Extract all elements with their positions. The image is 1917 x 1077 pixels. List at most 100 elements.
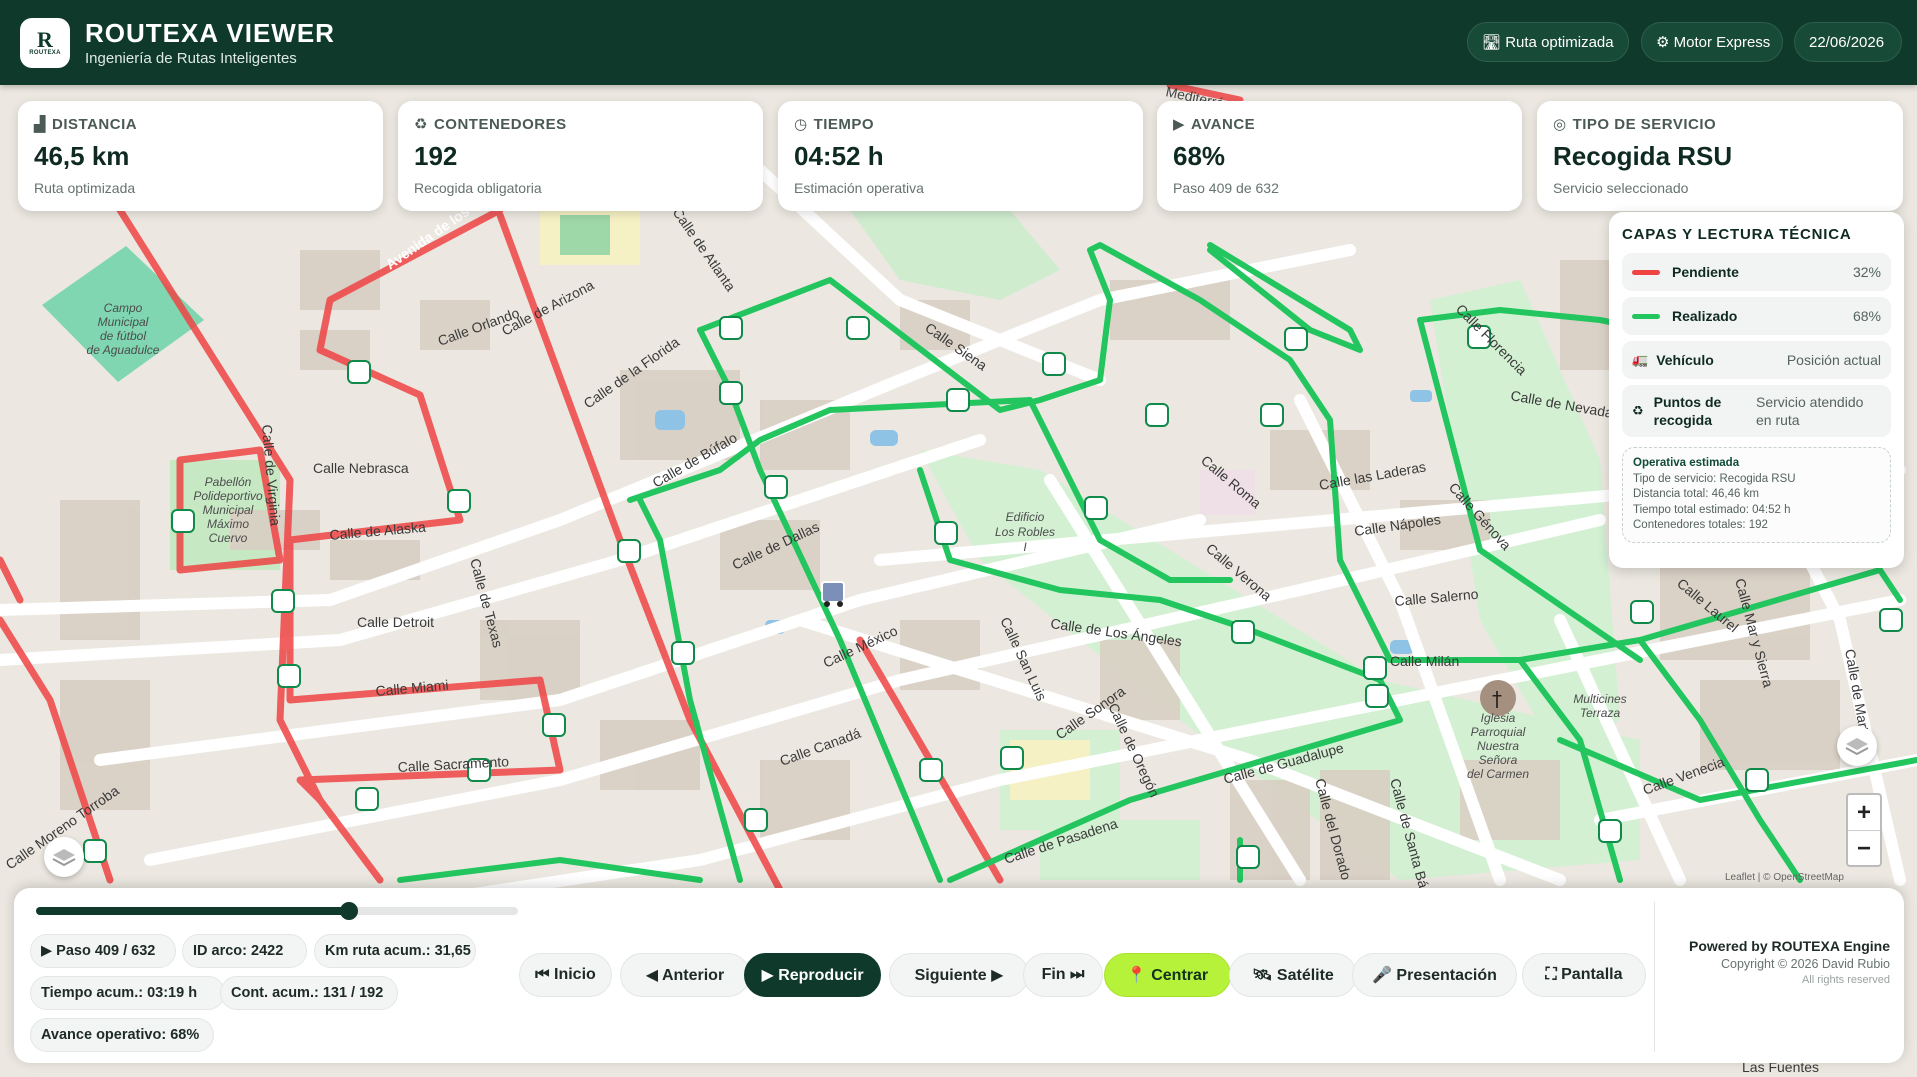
presentation-button[interactable]: 🎤 Presentación xyxy=(1352,953,1517,997)
svg-text:Iglesia: Iglesia xyxy=(1481,711,1516,725)
zoom-control: + − xyxy=(1846,793,1882,867)
fullscreen-button[interactable]: ⛶ Pantalla xyxy=(1522,953,1646,997)
play-icon: ▶ xyxy=(1173,116,1186,133)
legend-value: 68% xyxy=(1852,308,1881,324)
service-type-card: ◎ TIPO DE SERVICIO Recogida RSU Servicio … xyxy=(1537,101,1903,211)
svg-text:Edificio: Edificio xyxy=(1006,510,1045,524)
map-attribution[interactable]: Leaflet | © OpenStreetMap xyxy=(1725,872,1844,883)
layers-title: CAPAS Y LECTURA TÉCNICA xyxy=(1622,226,1852,243)
zoom-in-button[interactable]: + xyxy=(1848,795,1880,831)
recycle-icon: ♻ xyxy=(414,116,428,133)
card-value: 46,5 km xyxy=(34,141,130,171)
rights-text: All rights reserved xyxy=(1801,974,1890,986)
satellite-button[interactable]: 🛰 Satélite xyxy=(1229,953,1357,997)
app-logo: R ROUTEXA xyxy=(20,18,70,68)
legend-label: Realizado xyxy=(1672,308,1738,324)
slider-fill xyxy=(36,907,350,915)
time-card: ◷ TIEMPO 04:52 h Estimación operativa xyxy=(778,101,1143,211)
logo-text: ROUTEXA xyxy=(29,50,61,56)
svg-text:Terraza: Terraza xyxy=(1580,706,1621,720)
target-icon: ◎ xyxy=(1553,116,1567,133)
pending-swatch xyxy=(1632,269,1660,275)
svg-text:Calle Milán: Calle Milán xyxy=(1390,653,1459,669)
legend-done[interactable]: Realizado 68% xyxy=(1622,297,1891,335)
legend-label: Pendiente xyxy=(1672,264,1739,280)
card-label: AVANCE xyxy=(1191,115,1256,133)
svg-text:Los Robles: Los Robles xyxy=(995,525,1055,539)
card-value: 68% xyxy=(1173,141,1226,171)
previous-button[interactable]: ◀ Anterior xyxy=(620,953,750,997)
chip-arc-id: ID arco: 2422 xyxy=(182,934,307,968)
svg-text:Campo: Campo xyxy=(104,301,143,315)
svg-text:Multicines: Multicines xyxy=(1573,692,1626,706)
legend-pending[interactable]: Pendiente 32% xyxy=(1622,253,1891,291)
playback-panel: ▶ Paso 409 / 632 ID arco: 2422 Km ruta a… xyxy=(14,888,1904,1063)
layers-icon xyxy=(52,849,76,867)
route-optimized-pill[interactable]: 🛣 Ruta optimizada xyxy=(1467,22,1629,62)
layers-toggle-left[interactable] xyxy=(44,837,84,877)
chip-operational-progress: Avance operativo: 68% xyxy=(30,1018,214,1052)
powered-text: Powered by ROUTEXA Engine xyxy=(1689,938,1890,954)
info-title: Operativa estimada xyxy=(1633,457,1740,469)
slider-knob[interactable] xyxy=(340,902,359,920)
card-label: TIPO DE SERVICIO xyxy=(1572,115,1717,133)
svg-text:Municipal: Municipal xyxy=(203,503,254,517)
legend-label: Puntos de recogida xyxy=(1653,394,1722,428)
card-value: 04:52 h xyxy=(794,141,884,171)
card-label: CONTENEDORES xyxy=(433,115,567,133)
legend-collection-points[interactable]: ♻ Puntos de recogida Servicio atendido e… xyxy=(1622,385,1891,437)
card-label: TIEMPO xyxy=(813,115,875,133)
layers-panel: CAPAS Y LECTURA TÉCNICA Pendiente 32% Re… xyxy=(1609,212,1904,568)
chip-km-acum: Km ruta acum.: 31,65 xyxy=(314,934,476,968)
date-pill[interactable]: 22/06/2026 xyxy=(1794,22,1902,62)
copyright-text: Copyright © 2026 David Rubio xyxy=(1720,957,1890,971)
card-value: 192 xyxy=(414,141,458,171)
center-button[interactable]: 📍 Centrar xyxy=(1104,953,1231,997)
info-line: Tiempo total estimado: 04:52 h xyxy=(1633,503,1791,516)
engine-pill[interactable]: ⚙ Motor Express xyxy=(1641,22,1783,62)
svg-text:Señora: Señora xyxy=(1479,753,1518,767)
legend-vehicle[interactable]: 🚛 Vehículo Posición actual xyxy=(1622,341,1891,379)
truck-icon: ▟ xyxy=(34,116,47,133)
chip-cont-acum: Cont. acum.: 131 / 192 xyxy=(220,976,398,1010)
app-header: R ROUTEXA ROUTEXA VIEWER Ingeniería de R… xyxy=(0,0,1917,85)
progress-slider[interactable] xyxy=(36,902,518,920)
start-button[interactable]: ⏮ Inicio xyxy=(519,953,612,997)
svg-text:Parroquial: Parroquial xyxy=(1471,725,1526,739)
panel-divider xyxy=(1654,902,1655,1052)
zoom-out-button[interactable]: − xyxy=(1848,831,1880,866)
svg-text:Nuestra: Nuestra xyxy=(1477,739,1519,753)
containers-card: ♻ CONTENEDORES 192 Recogida obligatoria xyxy=(398,101,763,211)
layers-toggle-right[interactable] xyxy=(1837,726,1877,766)
svg-text:Calle Nebrasca: Calle Nebrasca xyxy=(313,460,409,476)
card-sub: Ruta optimizada xyxy=(34,180,136,196)
end-button[interactable]: Fin ⏭ xyxy=(1023,953,1103,997)
chip-time-acum: Tiempo acum.: 03:19 h xyxy=(30,976,225,1010)
svg-text:Polideportivo: Polideportivo xyxy=(193,489,263,503)
svg-text:Cuervo: Cuervo xyxy=(209,531,248,545)
svg-text:de fútbol: de fútbol xyxy=(100,329,146,343)
svg-text:†: † xyxy=(1492,687,1502,711)
info-line: Distancia total: 46,46 km xyxy=(1633,488,1759,500)
card-value: Recogida RSU xyxy=(1553,141,1733,171)
card-sub: Recogida obligatoria xyxy=(414,180,542,196)
app-title: ROUTEXA VIEWER xyxy=(85,18,335,48)
card-label: DISTANCIA xyxy=(52,115,138,133)
powered-by: Powered by ROUTEXA Engine Copyright © 20… xyxy=(1689,938,1890,986)
chip-step: ▶ Paso 409 / 632 xyxy=(30,934,176,968)
legend-value: Posición actual xyxy=(1786,352,1881,368)
operational-estimate: Operativa estimada Tipo de servicio: Rec… xyxy=(1622,447,1891,543)
svg-text:del Carmen: del Carmen xyxy=(1467,767,1529,781)
layers-icon xyxy=(1845,738,1869,756)
svg-text:Municipal: Municipal xyxy=(98,315,149,329)
brand: ROUTEXA VIEWER Ingeniería de Rutas Intel… xyxy=(85,18,335,67)
card-sub: Servicio seleccionado xyxy=(1553,180,1689,196)
legend-value: 32% xyxy=(1852,264,1881,280)
next-button[interactable]: Siguiente ▶ xyxy=(889,953,1029,997)
svg-text:Máximo: Máximo xyxy=(207,517,249,531)
play-button[interactable]: ▶ Reproducir xyxy=(744,953,881,997)
svg-text:Pabellón: Pabellón xyxy=(205,475,252,489)
svg-text:Calle Detroit: Calle Detroit xyxy=(357,614,434,630)
legend-value: Servicio atendido en ruta xyxy=(1756,394,1864,428)
svg-text:de Aguadulce: de Aguadulce xyxy=(87,343,160,357)
